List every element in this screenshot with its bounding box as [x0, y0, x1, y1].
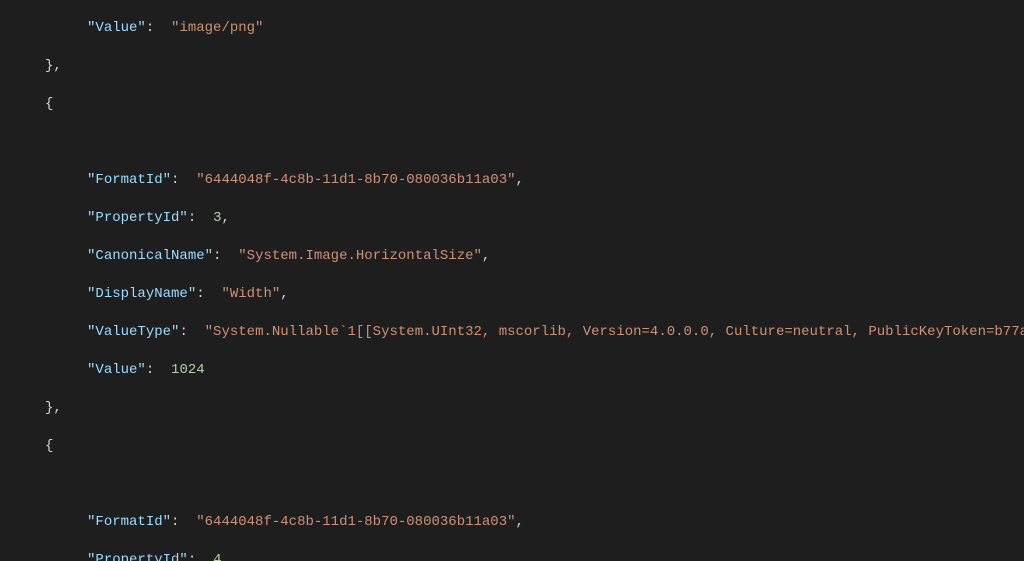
code-line: "PropertyId": 4,: [3, 551, 1024, 561]
blank-line: [3, 133, 1024, 152]
code-line: "Value": 1024: [3, 361, 1024, 380]
code-editor[interactable]: "Value": "image/png" }, { "FormatId": "6…: [0, 0, 1024, 561]
code-line: },: [3, 399, 1024, 418]
blank-line: [3, 475, 1024, 494]
code-line: {: [3, 95, 1024, 114]
code-line: },: [3, 57, 1024, 76]
code-line: "FormatId": "6444048f-4c8b-11d1-8b70-080…: [3, 513, 1024, 532]
code-line: "FormatId": "6444048f-4c8b-11d1-8b70-080…: [3, 171, 1024, 190]
code-line: {: [3, 437, 1024, 456]
code-line: "PropertyId": 3,: [3, 209, 1024, 228]
code-line: "CanonicalName": "System.Image.Horizonta…: [3, 247, 1024, 266]
code-line: "DisplayName": "Width",: [3, 285, 1024, 304]
code-line: "ValueType": "System.Nullable`1[[System.…: [3, 323, 1024, 342]
code-line: "Value": "image/png": [3, 19, 1024, 38]
